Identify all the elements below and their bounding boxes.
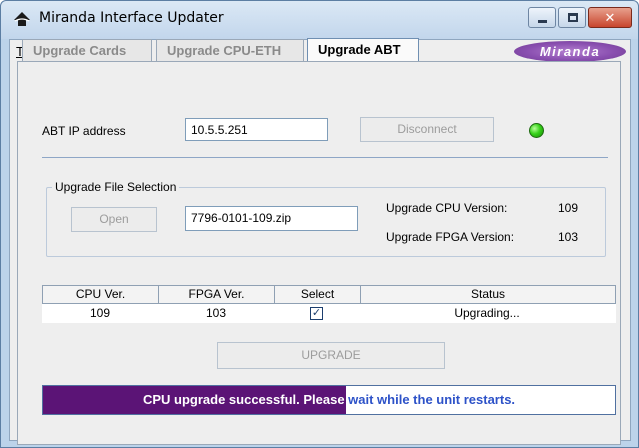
table-header: CPU Ver. FPGA Ver. Select Status <box>42 285 616 304</box>
close-button[interactable]: ✕ <box>588 7 632 28</box>
app-window: Miranda Interface Updater ✕ Tools Help M… <box>0 0 639 448</box>
maximize-icon <box>568 13 578 22</box>
section-divider <box>42 157 608 158</box>
miranda-hat-icon <box>14 12 30 26</box>
column-header-cpu-ver[interactable]: CPU Ver. <box>43 286 159 303</box>
cell-cpu-ver: 109 <box>89 306 111 320</box>
disconnect-button[interactable]: Disconnect <box>360 117 494 142</box>
upgrade-button[interactable]: UPGRADE <box>217 342 445 369</box>
progress-message-inverse: CPU upgrade successful. Please wait whil… <box>142 392 346 407</box>
fpga-version-value: 103 <box>558 230 579 244</box>
maximize-button[interactable] <box>558 7 586 28</box>
select-checkbox[interactable]: ✓ <box>310 307 323 320</box>
cpu-version-value: 109 <box>558 201 579 215</box>
window-title: Miranda Interface Updater <box>39 10 224 26</box>
file-name-input[interactable]: 7796-0101-109.zip <box>185 206 358 231</box>
column-header-select[interactable]: Select <box>275 286 361 303</box>
close-icon: ✕ <box>604 10 616 25</box>
fpga-version-label: Upgrade FPGA Version: <box>386 230 515 244</box>
tab-upgrade-cpu-eth[interactable]: Upgrade CPU-ETH <box>156 39 304 61</box>
upgrade-file-selection-legend: Upgrade File Selection <box>52 180 180 194</box>
column-header-status[interactable]: Status <box>361 286 615 303</box>
miranda-logo: Miranda <box>514 41 626 62</box>
title-bar[interactable]: Miranda Interface Updater ✕ <box>1 1 638 39</box>
cell-status: Upgrading... <box>454 306 520 320</box>
tab-upgrade-cards[interactable]: Upgrade Cards <box>22 39 152 61</box>
minimize-button[interactable] <box>528 7 556 28</box>
minimize-icon <box>538 20 547 23</box>
connection-status-led <box>529 123 544 138</box>
window-controls: ✕ <box>526 7 632 29</box>
upgrade-progress-bar: CPU upgrade successful. Please wait whil… <box>42 385 616 415</box>
ip-address-input[interactable]: 10.5.5.251 <box>185 118 328 141</box>
progress-message-overlay: CPU upgrade successful. Please wait whil… <box>43 386 346 414</box>
cell-fpga-ver: 103 <box>205 306 227 320</box>
cpu-version-label: Upgrade CPU Version: <box>386 201 508 215</box>
ip-address-label: ABT IP address <box>42 124 126 138</box>
column-header-fpga-ver[interactable]: FPGA Ver. <box>159 286 275 303</box>
open-button[interactable]: Open <box>71 207 157 232</box>
table-row[interactable]: 109 103 ✓ Upgrading... <box>42 304 616 323</box>
upgrade-abt-panel: ABT IP address 10.5.5.251 Disconnect Upg… <box>17 61 621 445</box>
tab-upgrade-abt[interactable]: Upgrade ABT <box>307 38 419 62</box>
